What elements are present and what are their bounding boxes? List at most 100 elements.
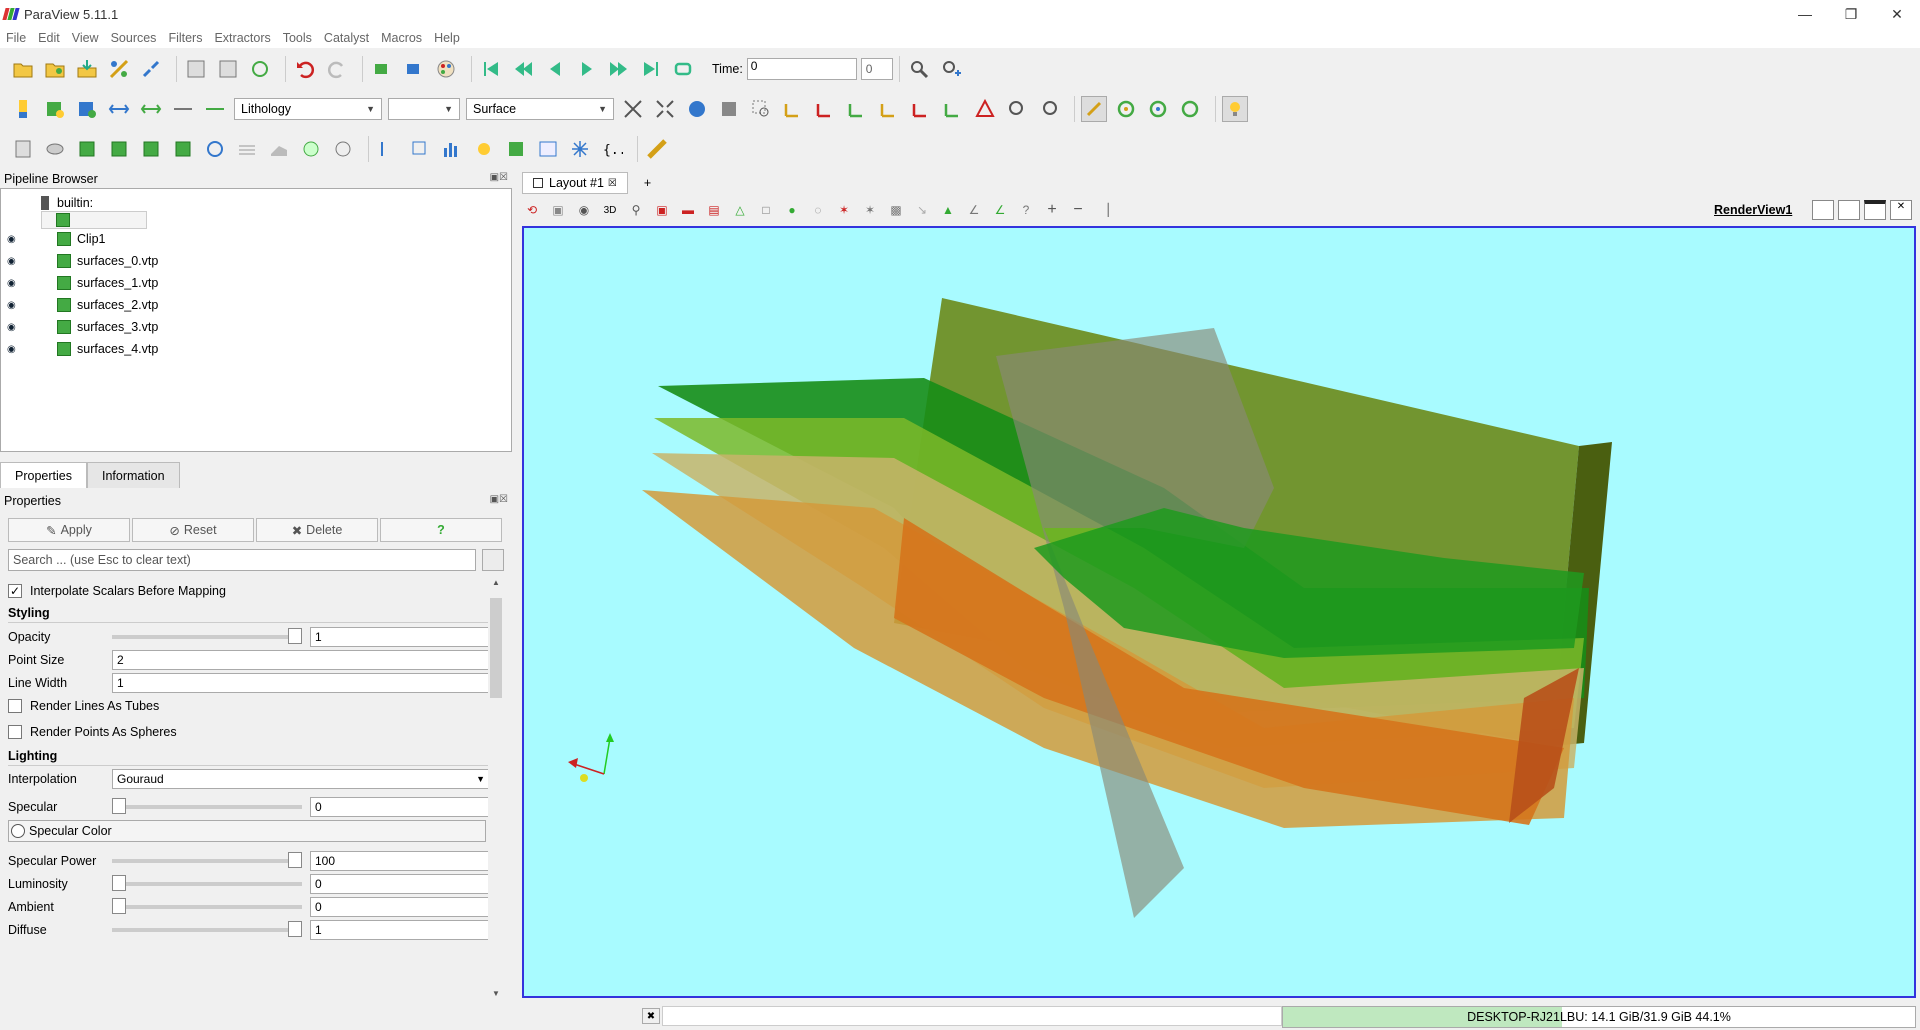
stream-tracer-icon[interactable] xyxy=(234,136,260,162)
add-camera-icon[interactable] xyxy=(938,56,964,82)
menu-extractors[interactable]: Extractors xyxy=(214,31,270,45)
threshold-icon[interactable] xyxy=(138,136,164,162)
reset-camera-icon[interactable] xyxy=(620,96,646,122)
zoom-closest-icon[interactable] xyxy=(716,96,742,122)
light-bulb-icon[interactable] xyxy=(1222,96,1248,122)
ambient-input[interactable]: 0 xyxy=(310,897,492,917)
specular-power-input[interactable]: 100 xyxy=(310,851,492,871)
play-backward-icon[interactable] xyxy=(542,56,568,82)
hover-cells-icon[interactable]: ● xyxy=(782,200,802,220)
interpolate-scalars-row[interactable]: ✓ Interpolate Scalars Before Mapping xyxy=(8,580,488,602)
select-block-icon[interactable]: ▤ xyxy=(704,200,724,220)
pipeline-root[interactable]: builtin: xyxy=(41,193,93,213)
point-size-input[interactable]: 2 xyxy=(112,650,492,670)
close-tab-icon[interactable]: ☒ xyxy=(608,178,617,189)
hover-points-icon[interactable]: ◌ xyxy=(808,200,828,220)
gradient-icon[interactable] xyxy=(503,136,529,162)
line-width-input[interactable]: 1 xyxy=(112,673,492,693)
menu-sources[interactable]: Sources xyxy=(111,31,157,45)
slider-handle[interactable] xyxy=(112,798,126,814)
minimize-icon[interactable]: — xyxy=(1782,0,1828,28)
close-icon[interactable]: ✖ xyxy=(642,1008,660,1024)
slider-handle[interactable] xyxy=(112,898,126,914)
selection-data-icon[interactable] xyxy=(471,136,497,162)
dock-buttons[interactable]: ▣☒ xyxy=(490,494,508,505)
extract-level-icon[interactable] xyxy=(330,136,356,162)
ambient-slider[interactable] xyxy=(112,898,302,914)
view-minus-y-icon[interactable] xyxy=(876,96,902,122)
loop-icon[interactable] xyxy=(670,56,696,82)
python-icon[interactable] xyxy=(183,56,209,82)
macro-icon[interactable] xyxy=(215,56,241,82)
glyph-icon[interactable] xyxy=(202,136,228,162)
visible-range-icon[interactable] xyxy=(138,96,164,122)
menu-file[interactable]: File xyxy=(6,31,26,45)
select-points-icon[interactable]: ▬ xyxy=(678,200,698,220)
time-index-spinbox[interactable]: 0 xyxy=(860,58,893,80)
find-data-icon[interactable] xyxy=(906,56,932,82)
toggle-3d-button[interactable]: 3D xyxy=(600,200,620,220)
luminosity-slider[interactable] xyxy=(112,875,302,891)
rescale-icon[interactable] xyxy=(170,96,196,122)
specular-color-button[interactable]: Specular Color xyxy=(8,820,486,842)
slider-handle[interactable] xyxy=(288,628,302,644)
table-icon[interactable] xyxy=(535,136,561,162)
color-by-select[interactable]: Lithology ▼ xyxy=(234,98,382,120)
view-minus-z-icon[interactable] xyxy=(940,96,966,122)
recent-folder-icon[interactable] xyxy=(42,56,68,82)
last-frame-icon[interactable] xyxy=(638,56,664,82)
close-view-icon[interactable]: ✕ xyxy=(1890,200,1912,220)
isometric-view-icon[interactable] xyxy=(972,96,998,122)
gear-icon[interactable] xyxy=(482,549,504,571)
eye-icon[interactable]: ◉ xyxy=(7,322,21,333)
render-view-canvas[interactable] xyxy=(522,226,1916,998)
diffuse-slider[interactable] xyxy=(112,921,302,937)
properties-search-input[interactable]: Search ... (use Esc to clear text) xyxy=(8,549,476,571)
checkbox-checked-icon[interactable]: ✓ xyxy=(8,584,22,598)
split-horizontal-icon[interactable] xyxy=(1812,200,1834,220)
interaction-mode-icon[interactable] xyxy=(1081,96,1107,122)
maximize-icon[interactable] xyxy=(1864,200,1886,220)
slice-icon[interactable] xyxy=(106,136,132,162)
render-points-row[interactable]: Render Points As Spheres xyxy=(8,721,488,743)
link-selection-icon[interactable]: ↘ xyxy=(912,200,932,220)
select-cells-icon[interactable]: ▣ xyxy=(652,200,672,220)
view-plus-z-icon[interactable] xyxy=(908,96,934,122)
save-data-icon[interactable] xyxy=(74,56,100,82)
clip-icon[interactable] xyxy=(74,136,100,162)
capture-icon[interactable]: ▣ xyxy=(548,200,568,220)
reset-view-icon[interactable]: ⟲ xyxy=(522,200,542,220)
eye-icon[interactable]: ◉ xyxy=(7,278,21,289)
shrink-selection-icon[interactable]: ✶ xyxy=(860,200,880,220)
scroll-up-icon[interactable]: ▲ xyxy=(488,578,504,587)
interpolation-select[interactable]: Gouraud ▼ xyxy=(112,769,492,789)
rotate-plus-90-icon[interactable] xyxy=(1004,96,1030,122)
histogram-icon[interactable] xyxy=(439,136,465,162)
eye-icon[interactable]: ◉ xyxy=(7,234,21,245)
menu-filters[interactable]: Filters xyxy=(168,31,202,45)
dock-buttons[interactable]: ▣☒ xyxy=(490,172,508,183)
trash-icon[interactable]: ▕ xyxy=(1094,200,1114,220)
group-icon[interactable] xyxy=(298,136,324,162)
diffuse-input[interactable]: 1 xyxy=(310,920,492,940)
pipeline-item-surfaces-0[interactable]: ◉ surfaces_0.vtp xyxy=(7,251,487,271)
angle-icon[interactable]: ∠ xyxy=(964,200,984,220)
ruler-icon[interactable] xyxy=(644,136,670,162)
add-icon[interactable]: + xyxy=(1042,200,1062,220)
slider-handle[interactable] xyxy=(288,921,302,937)
custom-range-icon[interactable] xyxy=(74,96,100,122)
open-folder-icon[interactable] xyxy=(10,56,36,82)
time-input[interactable]: 0 xyxy=(746,58,857,80)
view-plus-y-icon[interactable] xyxy=(844,96,870,122)
render-view-name[interactable]: RenderView1 xyxy=(1714,203,1792,217)
reset-range-icon[interactable] xyxy=(42,96,68,122)
camera-redo-icon[interactable] xyxy=(401,56,427,82)
play-icon[interactable] xyxy=(574,56,600,82)
remove-icon[interactable]: − xyxy=(1068,200,1088,220)
globe-icon[interactable] xyxy=(684,96,710,122)
menu-edit[interactable]: Edit xyxy=(38,31,60,45)
first-frame-icon[interactable] xyxy=(478,56,504,82)
zoom-to-data-icon[interactable] xyxy=(652,96,678,122)
polygon-select-icon[interactable]: □ xyxy=(756,200,776,220)
extract-subset-icon[interactable] xyxy=(170,136,196,162)
